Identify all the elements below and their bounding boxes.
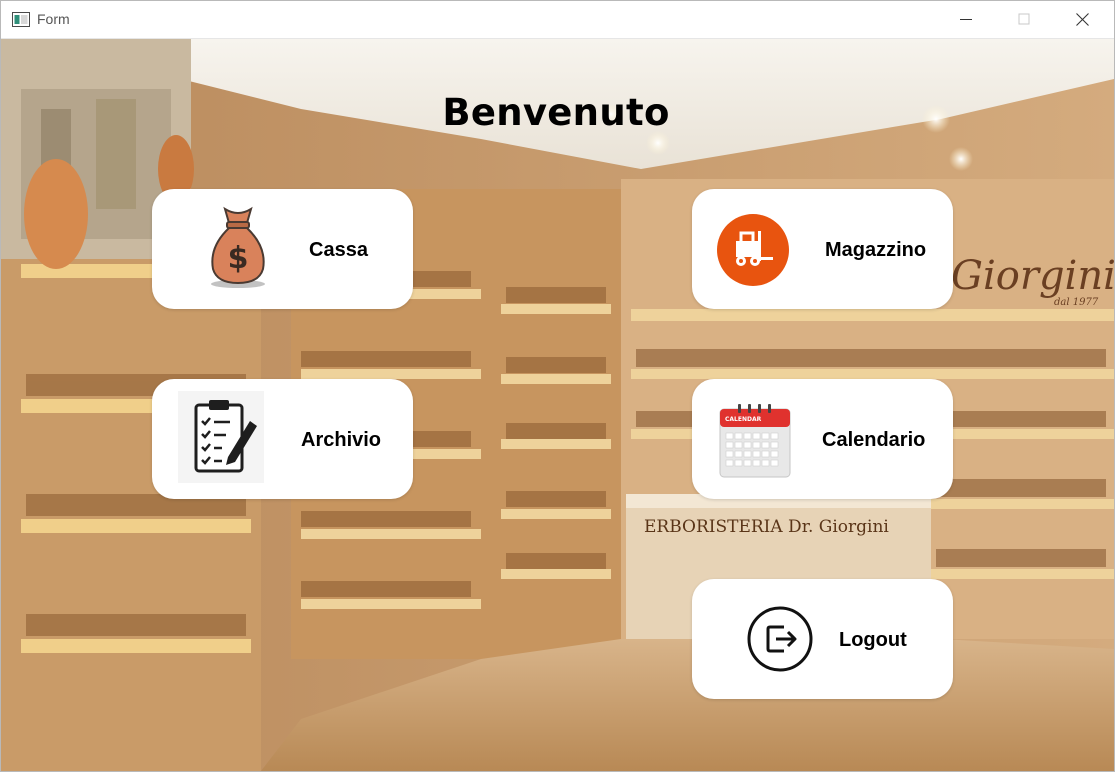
archivio-label: Archivio [301, 429, 382, 451]
close-button[interactable] [1053, 1, 1111, 38]
clipboard-pencil-icon [178, 391, 264, 483]
magazzino-label: Magazzino [825, 239, 927, 261]
app-icon [12, 12, 30, 27]
cassa-label: Cassa [309, 239, 368, 261]
minimize-button[interactable] [937, 1, 995, 38]
logout-icon [747, 606, 813, 672]
store-sign-brand: Giorgini [951, 253, 1114, 299]
counter-sign: ERBORISTERIA Dr. Giorgini [644, 517, 889, 537]
calendar-icon-caption: CALENDAR [725, 416, 762, 423]
money-bag-icon: $ [211, 206, 265, 288]
close-icon [1076, 13, 1089, 26]
window-title: Form [37, 11, 70, 27]
svg-text:$: $ [228, 241, 249, 276]
magazzino-button[interactable]: Magazzino [692, 189, 953, 309]
maximize-button[interactable] [995, 1, 1053, 38]
minimize-icon [960, 19, 972, 20]
main-content: Giorgini dal 1977 ERBORISTERIA Dr. Giorg… [1, 39, 1114, 771]
archivio-button[interactable]: Archivio [152, 379, 413, 499]
logout-label: Logout [839, 629, 907, 651]
calendar-icon: CALENDAR [719, 404, 791, 478]
calendario-button[interactable]: CALENDAR Calendario [692, 379, 953, 499]
app-window: Form Giorgini dal 1977 ERBORISTERIA Dr. … [0, 0, 1115, 772]
calendario-label: Calendario [822, 429, 926, 451]
logout-button[interactable]: Logout [692, 579, 953, 699]
cassa-button[interactable]: $ Cassa [152, 189, 413, 309]
forklift-icon [717, 214, 789, 286]
store-sign-year: dal 1977 [1054, 297, 1099, 308]
title-bar: Form [1, 1, 1114, 39]
maximize-icon [1018, 13, 1030, 25]
welcome-heading: Benvenuto [442, 91, 670, 134]
